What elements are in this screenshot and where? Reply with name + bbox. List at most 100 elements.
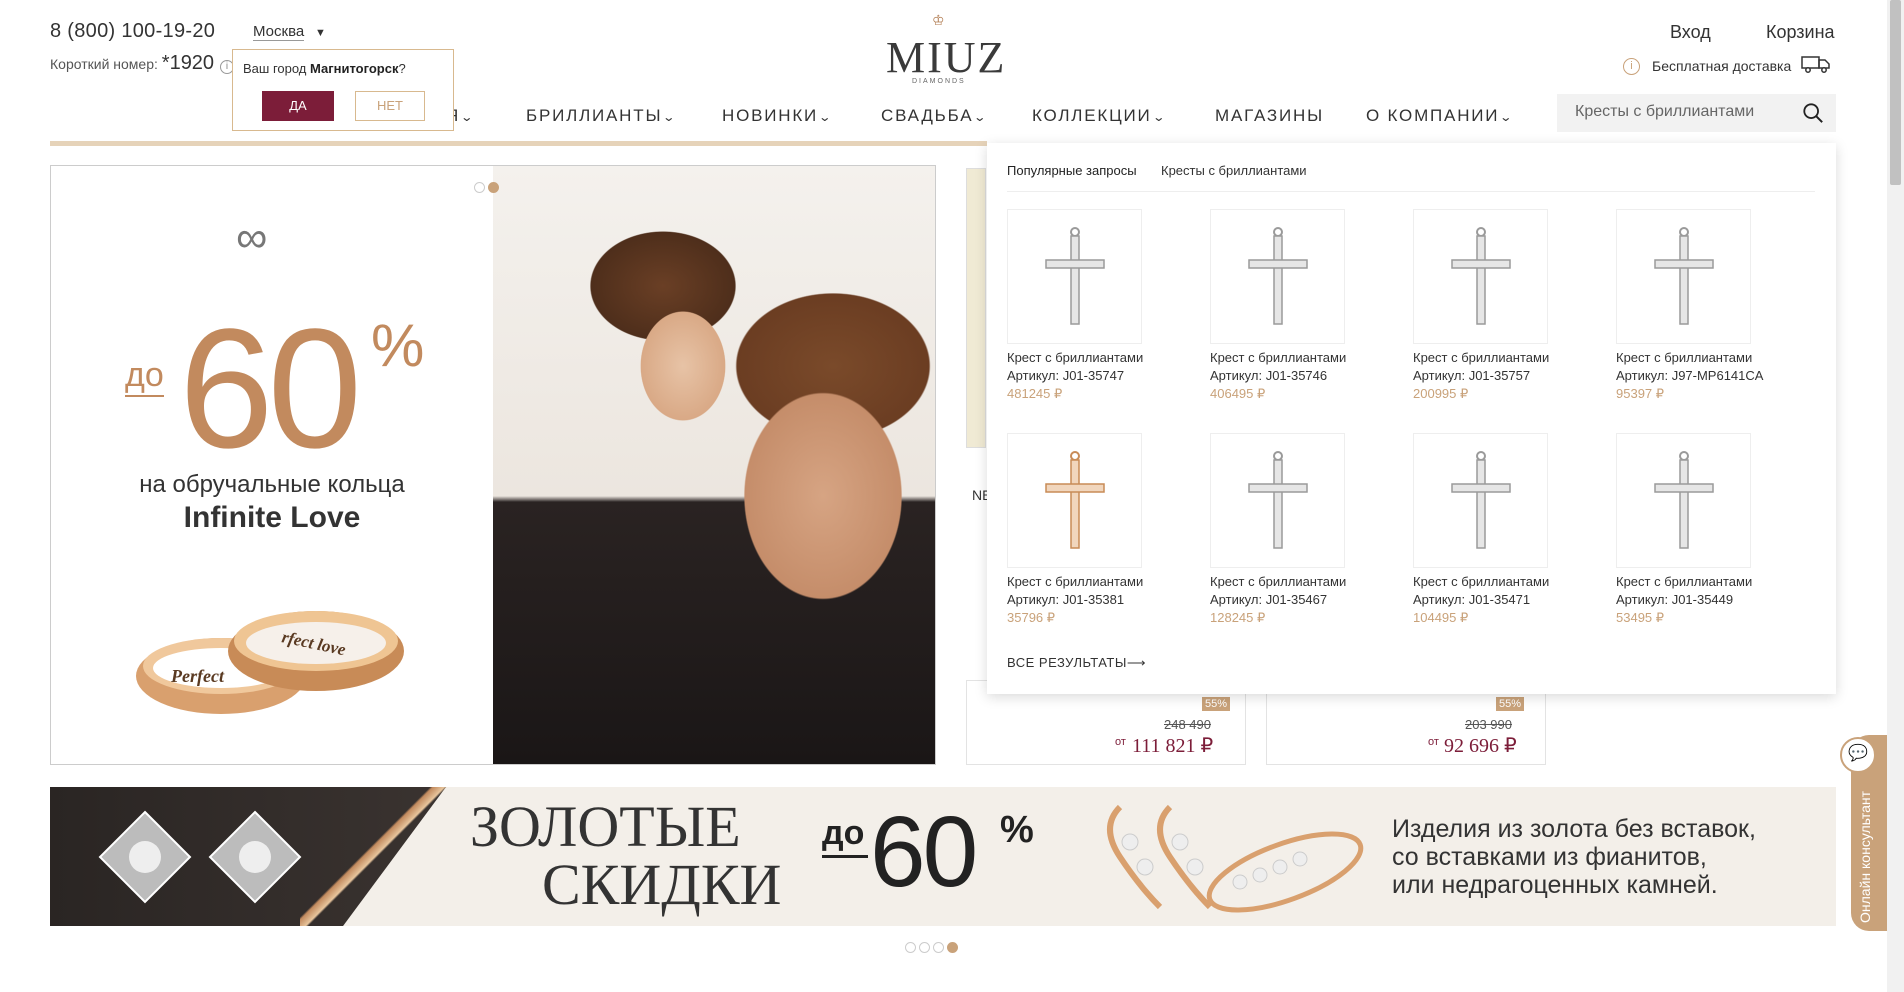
search-result-item[interactable]: Крест с бриллиантами Артикул: J01-35471 10… bbox=[1413, 433, 1613, 626]
promo-text: на обручальные кольца bbox=[139, 471, 405, 498]
short-number: Короткий номер: *1920 i bbox=[50, 52, 234, 75]
item-price: 53495 ₽ bbox=[1616, 610, 1665, 625]
gold-jewelry-image bbox=[1107, 804, 1364, 913]
cross-pendant-image[interactable] bbox=[1616, 209, 1751, 344]
nav-item-collections[interactable]: КОЛЛЕКЦИИ⌄ bbox=[1032, 106, 1165, 126]
info-icon[interactable]: i bbox=[1623, 58, 1640, 75]
search-result-item[interactable]: Крест с бриллиантами Артикул: J01-35747 48… bbox=[1007, 209, 1207, 402]
item-name[interactable]: Крест с бриллиантами bbox=[1210, 350, 1410, 365]
item-article: Артикул: J01-35757 bbox=[1413, 368, 1531, 383]
divider bbox=[1007, 191, 1815, 192]
chevron-down-icon: ⌄ bbox=[1151, 110, 1168, 124]
login-link[interactable]: Вход bbox=[1670, 22, 1711, 43]
item-article: Артикул: J97-MP6141CA bbox=[1616, 368, 1764, 383]
cross-pendant-image[interactable] bbox=[1210, 209, 1345, 344]
cross-pendant-image[interactable] bbox=[1007, 209, 1142, 344]
search-result-item[interactable]: Крест с бриллиантами Артикул: J01-35746 40… bbox=[1210, 209, 1410, 402]
caret-down-icon[interactable]: ▼ bbox=[315, 27, 326, 39]
hero-banner[interactable]: ∞ до 60 % на обручальные кольца Infinite… bbox=[50, 165, 936, 765]
nav-divider bbox=[50, 141, 987, 146]
search-result-item[interactable]: Крест с бриллиантами Артикул: J01-35381 35… bbox=[1007, 433, 1207, 626]
sale-description-line: со вставками из фианитов, bbox=[1392, 843, 1707, 871]
nav-item-about[interactable]: О КОМПАНИИ⌄ bbox=[1366, 106, 1513, 126]
city-prompt: Ваш город bbox=[243, 61, 307, 76]
nav-item-stores[interactable]: МАГАЗИНЫ bbox=[1215, 106, 1324, 126]
search-result-item[interactable]: Крест с бриллиантами Артикул: J01-35449 53… bbox=[1616, 433, 1816, 626]
logo[interactable]: MIUZ bbox=[886, 32, 1006, 83]
sale-title-line1: ЗОЛОТЫЕ bbox=[470, 794, 741, 859]
nav-label: БРИЛЛИАНТЫ bbox=[526, 106, 663, 125]
online-consultant-label: Онлайн консультант bbox=[1857, 790, 1873, 923]
item-price: 35796 ₽ bbox=[1007, 610, 1056, 625]
new-price: 111 821 ₽ bbox=[1132, 735, 1214, 757]
search-result-item[interactable]: Крест с бриллиантами Артикул: J01-35757 20… bbox=[1413, 209, 1613, 402]
logo-subtitle: DIAMONDS bbox=[912, 78, 966, 85]
carousel-dot[interactable] bbox=[933, 942, 944, 953]
carousel-dot[interactable] bbox=[905, 942, 916, 953]
promo-percent: 60 bbox=[179, 294, 362, 484]
popular-queries-label: Популярные запросы bbox=[1007, 163, 1137, 178]
search-icon[interactable] bbox=[1802, 102, 1824, 124]
cart-link[interactable]: Корзина bbox=[1766, 22, 1835, 43]
discount-badge: 55% bbox=[1496, 697, 1525, 711]
product-image[interactable] bbox=[966, 168, 986, 448]
nav-label: НОВИНКИ bbox=[722, 106, 819, 125]
item-article: Артикул: J01-35449 bbox=[1616, 592, 1734, 607]
city-confirm-popup: Ваш город Магнитогорск? ДА НЕТ bbox=[232, 49, 454, 131]
cross-pendant-image[interactable] bbox=[1616, 433, 1751, 568]
popular-query-link[interactable]: Кресты с бриллиантами bbox=[1161, 163, 1307, 178]
nav-item-diamonds[interactable]: БРИЛЛИАНТЫ⌄ bbox=[526, 106, 676, 126]
phone-number[interactable]: 8 (800) 100-19-20 bbox=[50, 20, 215, 43]
gold-sale-banner[interactable]: ЗОЛОТЫЕ СКИДКИ до 60 % Изделия из золота… bbox=[50, 787, 1836, 926]
logo-crown-icon: ♔ bbox=[932, 12, 945, 28]
item-price: 128245 ₽ bbox=[1210, 610, 1266, 625]
item-name[interactable]: Крест с бриллиантами bbox=[1616, 574, 1816, 589]
city-no-button[interactable]: НЕТ bbox=[355, 91, 425, 121]
item-name[interactable]: Крест с бриллиантами bbox=[1413, 574, 1613, 589]
truck-icon bbox=[1801, 54, 1831, 79]
city-question: Ваш город Магнитогорск? bbox=[243, 61, 406, 76]
short-number-value[interactable]: *1920 bbox=[162, 52, 214, 74]
carousel-dot[interactable] bbox=[919, 942, 930, 953]
sale-description-line: или недрагоценных камней. bbox=[1392, 871, 1718, 899]
scrollbar-thumb[interactable] bbox=[1890, 0, 1901, 185]
cross-pendant-image[interactable] bbox=[1210, 433, 1345, 568]
free-shipping-text[interactable]: Бесплатная доставка bbox=[1652, 58, 1791, 74]
couple-photo bbox=[493, 166, 935, 764]
banner-gold-edge bbox=[300, 787, 450, 926]
carousel-dots bbox=[905, 940, 961, 958]
all-results-link[interactable]: ВСЕ РЕЗУЛЬТАТЫ⟶ bbox=[1007, 655, 1146, 671]
item-name[interactable]: Крест с бриллиантами bbox=[1210, 574, 1410, 589]
sale-percent: 60 bbox=[870, 796, 978, 908]
new-price: 92 696 ₽ bbox=[1444, 735, 1517, 757]
nav-label: КОЛЛЕКЦИИ bbox=[1032, 106, 1152, 125]
nav-label: О КОМПАНИИ bbox=[1366, 106, 1500, 125]
item-name[interactable]: Крест с бриллиантами bbox=[1007, 574, 1207, 589]
cross-pendant-image[interactable] bbox=[1007, 433, 1142, 568]
carousel-dots bbox=[474, 180, 502, 198]
item-article: Артикул: J01-35467 bbox=[1210, 592, 1328, 607]
ring-engraving: Perfect bbox=[170, 666, 225, 686]
sale-title-line2: СКИДКИ bbox=[542, 852, 782, 917]
item-price: 481245 ₽ bbox=[1007, 386, 1063, 401]
item-article: Артикул: J01-35746 bbox=[1210, 368, 1328, 383]
search-input[interactable] bbox=[1575, 103, 1795, 121]
city-yes-button[interactable]: ДА bbox=[262, 91, 334, 121]
nav-item-wedding[interactable]: СВАДЬБА⌄ bbox=[881, 106, 987, 126]
nav-item-new[interactable]: НОВИНКИ⌄ bbox=[722, 106, 832, 126]
cross-pendant-image[interactable] bbox=[1413, 209, 1548, 344]
carousel-dot-active[interactable] bbox=[488, 182, 499, 193]
city-selector[interactable]: Москва bbox=[253, 23, 305, 41]
item-name[interactable]: Крест с бриллиантами bbox=[1413, 350, 1613, 365]
search-dropdown: Популярные запросы Кресты с бриллиантами… bbox=[987, 143, 1836, 694]
chat-bubble-icon[interactable]: 💬 bbox=[1840, 737, 1876, 773]
cross-pendant-image[interactable] bbox=[1413, 433, 1548, 568]
carousel-dot-active[interactable] bbox=[947, 942, 958, 953]
item-name[interactable]: Крест с бриллиантами bbox=[1007, 350, 1207, 365]
search-result-item[interactable]: Крест с бриллиантами Артикул: J01-35467 12… bbox=[1210, 433, 1410, 626]
search-result-item[interactable]: Крест с бриллиантами Артикул: J97-MP6141C… bbox=[1616, 209, 1816, 402]
item-article: Артикул: J01-35381 bbox=[1007, 592, 1125, 607]
carousel-dot[interactable] bbox=[474, 182, 485, 193]
discount-badge: 55% bbox=[1202, 697, 1231, 711]
item-name[interactable]: Крест с бриллиантами bbox=[1616, 350, 1816, 365]
